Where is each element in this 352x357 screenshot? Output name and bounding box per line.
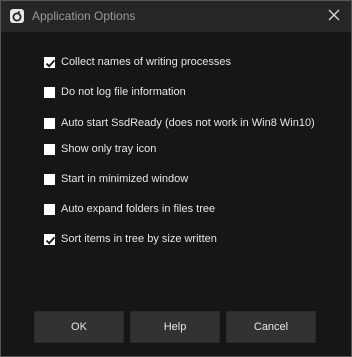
option-collect-process-names[interactable]: Collect names of writing processes bbox=[44, 54, 231, 70]
checkbox[interactable] bbox=[44, 173, 55, 185]
option-no-file-log[interactable]: Do not log file information bbox=[44, 84, 186, 100]
checkmark-icon bbox=[45, 236, 56, 244]
options-panel: Collect names of writing processes Do no… bbox=[1, 32, 351, 356]
option-auto-expand-folders[interactable]: Auto expand folders in files tree bbox=[44, 201, 215, 217]
application-options-dialog: Application Options Collect names of wri… bbox=[0, 0, 352, 357]
option-label: Auto expand folders in files tree bbox=[61, 203, 216, 215]
ok-button[interactable]: OK bbox=[34, 311, 124, 343]
checkbox[interactable] bbox=[44, 117, 55, 129]
option-label: Collect names of writing processes bbox=[61, 56, 231, 68]
option-label: Show only tray icon bbox=[61, 143, 157, 155]
window-title: Application Options bbox=[32, 9, 136, 23]
checkmark-icon bbox=[45, 59, 56, 67]
option-start-minimized[interactable]: Start in minimized window bbox=[44, 171, 188, 187]
checkbox[interactable] bbox=[44, 143, 55, 155]
cancel-button[interactable]: Cancel bbox=[226, 311, 316, 343]
checkbox[interactable] bbox=[44, 56, 56, 68]
checkbox[interactable] bbox=[44, 233, 56, 245]
title-bar[interactable]: Application Options bbox=[1, 1, 351, 32]
option-sort-by-size[interactable]: Sort items in tree by size written bbox=[44, 231, 217, 247]
close-button[interactable] bbox=[326, 7, 342, 23]
checkbox[interactable] bbox=[44, 86, 55, 98]
app-logo-icon bbox=[10, 9, 24, 23]
option-label: Do not log file information bbox=[61, 86, 186, 98]
help-button[interactable]: Help bbox=[130, 311, 220, 343]
option-tray-icon-only[interactable]: Show only tray icon bbox=[44, 141, 156, 157]
close-icon bbox=[328, 9, 340, 21]
option-label: Auto start SsdReady (does not work in Wi… bbox=[61, 117, 315, 129]
option-label: Sort items in tree by size written bbox=[61, 233, 217, 245]
checkbox[interactable] bbox=[44, 203, 55, 215]
option-label: Start in minimized window bbox=[61, 173, 189, 185]
option-auto-start[interactable]: Auto start SsdReady (does not work in Wi… bbox=[44, 115, 315, 131]
